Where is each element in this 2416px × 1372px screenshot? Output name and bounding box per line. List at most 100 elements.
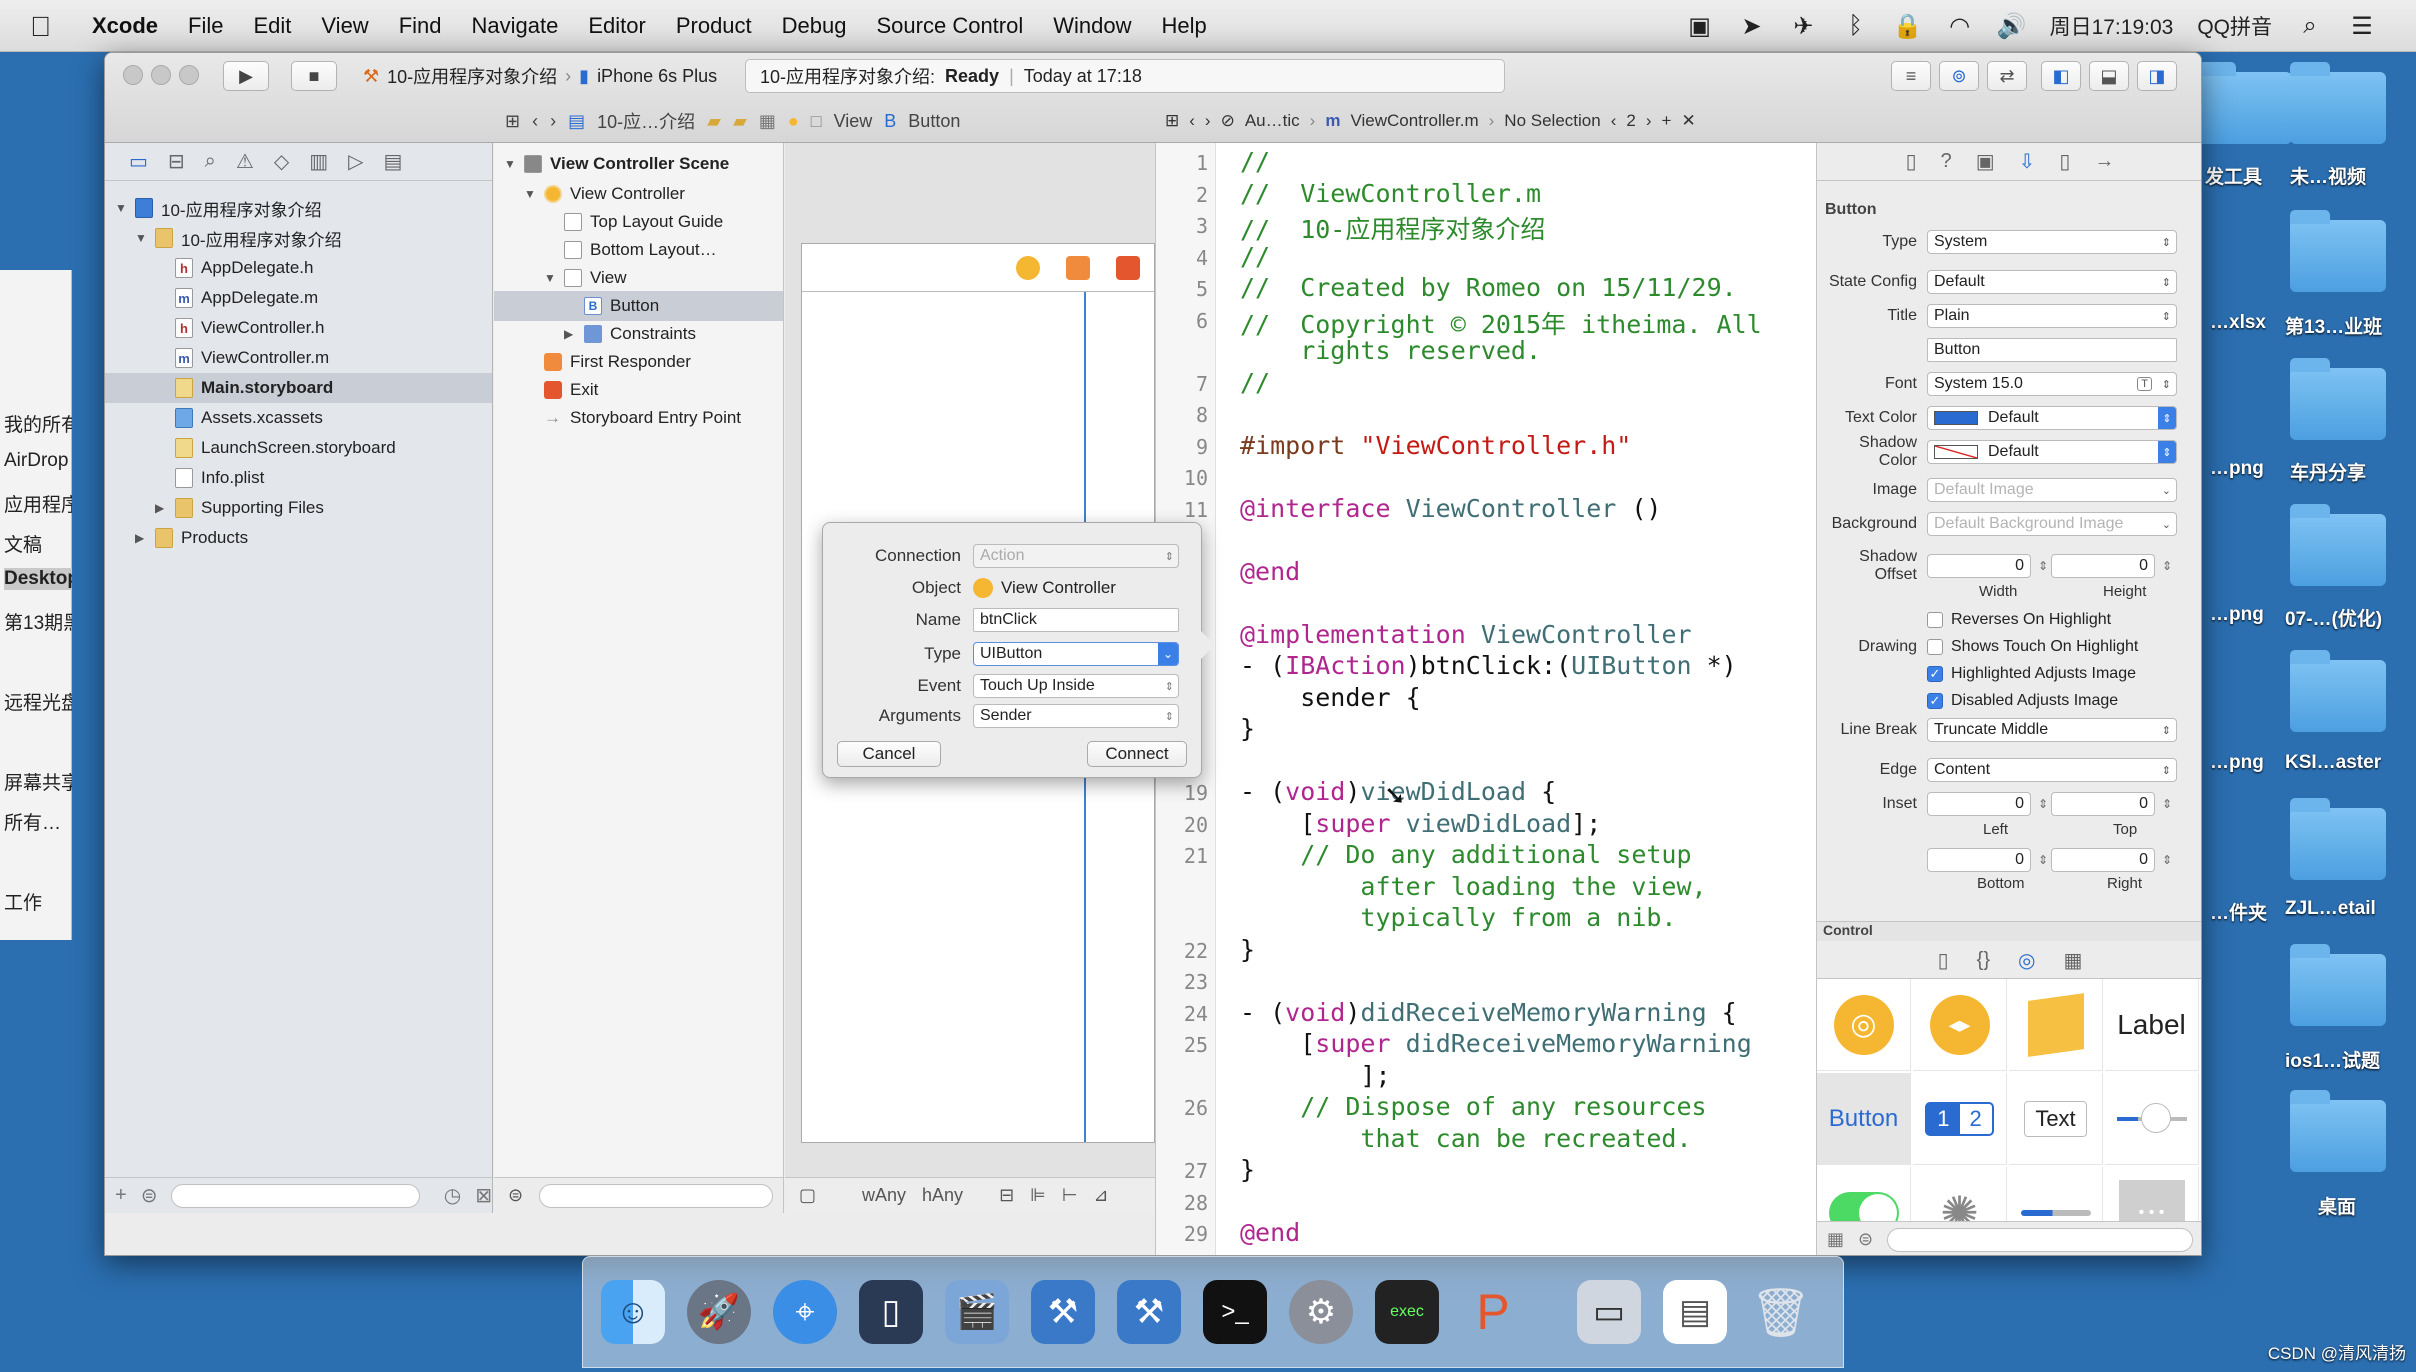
desktop-folder-icon[interactable]: [2196, 62, 2292, 144]
code-line[interactable]: //: [1240, 368, 1270, 397]
code-line[interactable]: - (void)didReceiveMemoryWarning {: [1240, 998, 1737, 1027]
folder-icon[interactable]: ▭: [129, 149, 148, 174]
type-combo[interactable]: UIButton ⌄: [973, 642, 1179, 666]
bluetooth-icon[interactable]: ᛒ: [1842, 12, 1870, 40]
desktop-folder-icon[interactable]: [2290, 504, 2386, 586]
forward-arrow-icon[interactable]: ›: [1205, 111, 1211, 131]
menu-source-control[interactable]: Source Control: [877, 13, 1024, 39]
finder-sidebar-item[interactable]: 第13期黑: [4, 608, 72, 635]
safari-icon[interactable]: ⌖: [773, 1280, 837, 1344]
code-line[interactable]: typically from a nib.: [1240, 903, 1676, 932]
library-item[interactable]: Button: [1817, 1073, 1911, 1165]
code-line[interactable]: @interface ViewController (): [1240, 494, 1661, 523]
scm-filter-icon[interactable]: ⊠: [475, 1183, 492, 1208]
report-icon[interactable]: ▤: [384, 149, 403, 174]
resolve-icon[interactable]: ⊿: [1094, 1185, 1109, 1206]
notification-center-icon[interactable]: ☰: [2348, 12, 2376, 40]
finder-sidebar-item[interactable]: 工作: [4, 888, 72, 915]
image-select[interactable]: Default Image ⌄: [1927, 478, 2177, 502]
event-select[interactable]: Touch Up Inside ⇕: [973, 674, 1179, 698]
outline-button-selected[interactable]: B Button: [494, 291, 783, 321]
menu-help[interactable]: Help: [1162, 13, 1207, 39]
code-snippet-icon[interactable]: {}: [1977, 949, 1990, 972]
code-line[interactable]: [super didReceiveMemoryWarning: [1240, 1029, 1752, 1058]
nav-item-group[interactable]: ▶ Supporting Files: [105, 493, 492, 523]
menu-app[interactable]: Xcode: [92, 13, 158, 39]
text-color-select[interactable]: Default ⇕: [1927, 406, 2177, 430]
disclosure-open-icon[interactable]: ▼: [524, 187, 540, 201]
library-item[interactable]: ✺: [1913, 1167, 2007, 1221]
disclosure-open-icon[interactable]: ▼: [115, 201, 131, 215]
connect-button[interactable]: Connect: [1087, 741, 1187, 767]
finder-sidebar-item[interactable]: 应用程序: [4, 490, 72, 517]
name-field[interactable]: btnClick: [973, 608, 1179, 632]
source-editor[interactable]: 1 // 2 // ViewController.m 3 // 10-应用程序对象介绍 4 /…: [1155, 143, 1817, 1255]
add-editor-icon[interactable]: +: [1662, 111, 1672, 131]
disabled-adjusts-checkbox[interactable]: ✓ Disabled Adjusts Image: [1927, 692, 2118, 710]
size-class-width[interactable]: wAny: [862, 1185, 906, 1206]
related-items-icon[interactable]: ⊞: [1165, 111, 1179, 131]
code-line[interactable]: #import "ViewController.h": [1240, 431, 1631, 460]
code-line[interactable]: after loading the view,: [1240, 872, 1706, 901]
close-icon[interactable]: ✕: [1681, 111, 1695, 131]
title-text-field[interactable]: Button: [1927, 338, 2177, 362]
file-template-icon[interactable]: ▯: [1938, 948, 1949, 973]
view-controller-icon[interactable]: [1016, 255, 1040, 280]
outline-filter-input[interactable]: [539, 1183, 773, 1208]
close-window-button[interactable]: [123, 65, 143, 85]
outline-constraints[interactable]: ▶ Constraints: [494, 319, 783, 349]
size-icon[interactable]: ▯: [2059, 149, 2070, 174]
code-line[interactable]: // Created by Romeo on 15/11/29.: [1240, 273, 1737, 302]
finder-icon[interactable]: ☺: [601, 1280, 665, 1344]
spotlight-icon[interactable]: ⌕: [2296, 12, 2324, 40]
finder-sidebar-item[interactable]: 我的所有: [4, 410, 72, 437]
toggle-debug-button[interactable]: ⬓: [2089, 61, 2129, 91]
code-line[interactable]: [super viewDidLoad];: [1240, 809, 1601, 838]
highlighted-adjusts-checkbox[interactable]: ✓ Highlighted Adjusts Image: [1927, 665, 2136, 683]
lock-icon[interactable]: 🔒: [1893, 12, 1923, 40]
code-line[interactable]: // Dispose of any resources: [1240, 1092, 1706, 1121]
nav-item-file[interactable]: m AppDelegate.m: [105, 283, 492, 313]
exit-icon[interactable]: [1116, 255, 1140, 280]
updown-chevron-icon[interactable]: ⇕: [2162, 378, 2171, 391]
outline-item[interactable]: → Storyboard Entry Point: [494, 403, 783, 433]
trash-icon[interactable]: 🗑: [1749, 1280, 1813, 1344]
code-line[interactable]: // Do any additional setup: [1240, 840, 1691, 869]
disclosure-open-icon[interactable]: ▼: [544, 271, 560, 285]
outline-item[interactable]: Exit: [494, 375, 783, 405]
nav-item-project[interactable]: ▼ 10-应用程序对象介绍: [105, 193, 492, 223]
finder-sidebar-item[interactable]: 所有…: [4, 808, 72, 835]
checkmark-icon[interactable]: ✓: [1927, 666, 1943, 682]
symbol-icon[interactable]: ⊟: [168, 149, 185, 174]
search-icon[interactable]: ⌕: [205, 150, 216, 173]
code-line[interactable]: - (IBAction)btnClick:(UIButton *): [1240, 651, 1737, 680]
desktop-folder-icon[interactable]: [2290, 650, 2386, 732]
nav-item-file[interactable]: h AppDelegate.h: [105, 253, 492, 283]
stop-button[interactable]: ■: [291, 61, 337, 91]
editor-mode[interactable]: Au…tic: [1245, 111, 1300, 131]
nav-item-group[interactable]: ▶ Products: [105, 523, 492, 553]
warning-icon[interactable]: ⚠: [236, 149, 254, 174]
screen-sharing-icon[interactable]: ▭: [1577, 1280, 1641, 1344]
desktop-folder-icon[interactable]: [2290, 798, 2386, 880]
library-item[interactable]: Label: [2105, 979, 2199, 1071]
shadow-offset-height[interactable]: 0: [2051, 554, 2172, 578]
library-item[interactable]: ◎: [1817, 979, 1911, 1071]
outline-view-controller[interactable]: ▼ View Controller: [494, 179, 783, 209]
edge-select[interactable]: Content ⇕: [1927, 758, 2177, 782]
desktop-folder-icon[interactable]: [2290, 358, 2386, 440]
test-icon[interactable]: ◇: [274, 149, 289, 174]
nav-item-file-selected[interactable]: Main.storyboard: [105, 373, 492, 403]
library-item[interactable]: [2009, 1167, 2103, 1221]
grid-view-icon[interactable]: ▦: [1827, 1229, 1844, 1250]
filter-icon[interactable]: ⊜: [141, 1183, 158, 1208]
desktop-folder-icon[interactable]: [2290, 944, 2386, 1026]
desktop-folder-icon[interactable]: [2290, 62, 2386, 144]
menu-edit[interactable]: Edit: [253, 13, 291, 39]
standard-editor-button[interactable]: ≡: [1891, 61, 1931, 91]
run-button[interactable]: ▶: [223, 61, 269, 91]
inset-top[interactable]: 0: [2051, 792, 2172, 816]
library-item[interactable]: • • •: [2105, 1167, 2199, 1221]
font-picker-icon[interactable]: T: [2137, 377, 2152, 391]
nav-item-group[interactable]: ▼ 10-应用程序对象介绍: [105, 223, 492, 253]
